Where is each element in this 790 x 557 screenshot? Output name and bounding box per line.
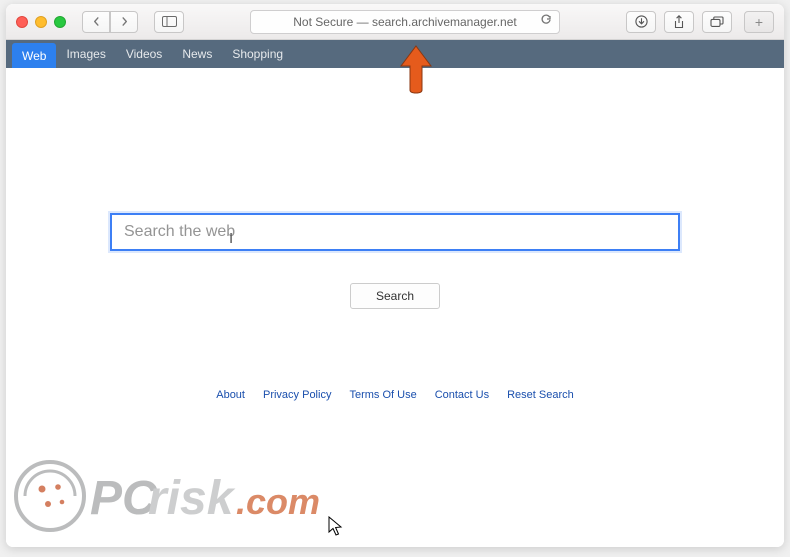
category-tabs: Web Images Videos News Shopping bbox=[6, 40, 784, 68]
arrow-up-icon bbox=[397, 44, 435, 94]
maximize-window-button[interactable] bbox=[54, 16, 66, 28]
reload-button[interactable] bbox=[540, 14, 552, 29]
tab-label: Images bbox=[66, 47, 105, 61]
tab-images[interactable]: Images bbox=[56, 40, 115, 68]
pcrisk-logo: PC risk .com bbox=[10, 452, 330, 544]
chevron-right-icon bbox=[120, 17, 129, 26]
tab-label: Shopping bbox=[232, 47, 283, 61]
back-button[interactable] bbox=[82, 11, 110, 33]
share-icon bbox=[673, 15, 685, 29]
toolbar-right-group: + bbox=[626, 11, 774, 33]
footer-about[interactable]: About bbox=[216, 389, 245, 401]
tabs-icon bbox=[710, 16, 724, 28]
tab-label: Web bbox=[22, 49, 46, 63]
share-button[interactable] bbox=[664, 11, 694, 33]
tab-news[interactable]: News bbox=[172, 40, 222, 68]
address-bar-wrap: Not Secure — search.archivemanager.net bbox=[204, 10, 606, 34]
tab-label: News bbox=[182, 47, 212, 61]
watermark-logo: PC risk .com bbox=[10, 452, 330, 549]
reload-icon bbox=[540, 14, 552, 26]
forward-button[interactable] bbox=[110, 11, 138, 33]
tab-shopping[interactable]: Shopping bbox=[222, 40, 293, 68]
download-icon bbox=[635, 15, 648, 28]
footer-terms[interactable]: Terms Of Use bbox=[349, 389, 416, 401]
footer-reset[interactable]: Reset Search bbox=[507, 389, 574, 401]
address-bar[interactable]: Not Secure — search.archivemanager.net bbox=[250, 10, 560, 34]
minimize-window-button[interactable] bbox=[35, 16, 47, 28]
search-input[interactable] bbox=[110, 213, 680, 251]
svg-text:risk: risk bbox=[148, 472, 236, 525]
chevron-left-icon bbox=[92, 17, 101, 26]
sidebar-toggle-button[interactable] bbox=[154, 11, 184, 33]
window-controls bbox=[16, 16, 66, 28]
svg-text:.com: .com bbox=[236, 481, 320, 522]
annotation-arrow bbox=[397, 44, 435, 99]
search-area: Search About Privacy Policy Terms Of Use… bbox=[6, 68, 784, 401]
address-bar-text: Not Secure — search.archivemanager.net bbox=[293, 15, 516, 29]
tab-videos[interactable]: Videos bbox=[116, 40, 172, 68]
tab-label: Videos bbox=[126, 47, 162, 61]
footer-privacy[interactable]: Privacy Policy bbox=[263, 389, 331, 401]
footer-links: About Privacy Policy Terms Of Use Contac… bbox=[216, 389, 574, 401]
new-tab-button[interactable]: + bbox=[744, 11, 774, 33]
downloads-button[interactable] bbox=[626, 11, 656, 33]
sidebar-icon bbox=[162, 16, 177, 27]
close-window-button[interactable] bbox=[16, 16, 28, 28]
search-button[interactable]: Search bbox=[350, 283, 440, 309]
browser-titlebar: Not Secure — search.archivemanager.net + bbox=[6, 4, 784, 40]
tab-web[interactable]: Web bbox=[12, 43, 56, 68]
plus-icon: + bbox=[755, 14, 763, 30]
footer-contact[interactable]: Contact Us bbox=[435, 389, 489, 401]
tabs-button[interactable] bbox=[702, 11, 732, 33]
history-nav-group bbox=[82, 11, 138, 33]
